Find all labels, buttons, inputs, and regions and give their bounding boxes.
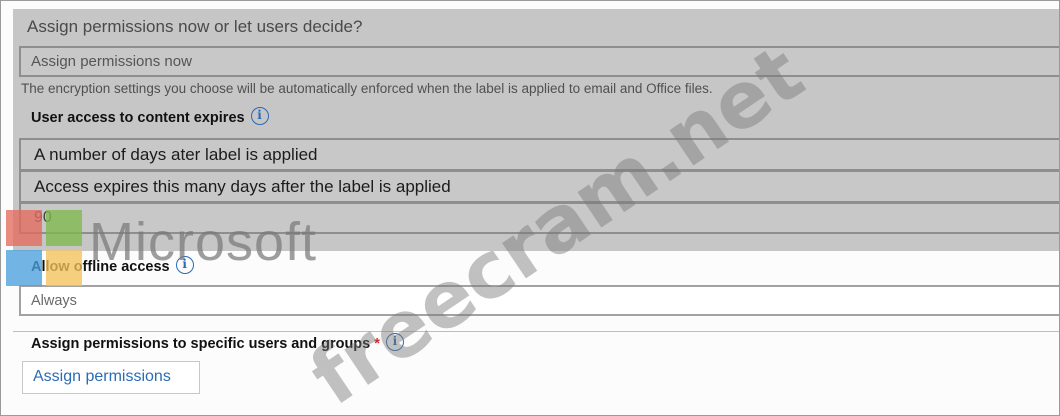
encryption-note: The encryption settings you choose will …: [21, 81, 713, 96]
expiry-type-select[interactable]: A number of days ater label is applied: [19, 138, 1059, 171]
logo-square-red: [6, 210, 42, 246]
logo-square-blue: [6, 250, 42, 286]
logo-square-yellow: [46, 250, 82, 286]
logo-square-green: [46, 210, 82, 246]
info-icon[interactable]: i: [250, 107, 269, 125]
assign-permissions-select[interactable]: Assign permissions now: [19, 46, 1059, 77]
section-divider: [13, 331, 1059, 332]
microsoft-logo-icon: [6, 210, 86, 288]
assign-permissions-question: Assign permissions now or let users deci…: [27, 17, 363, 36]
assign-permissions-button[interactable]: Assign permissions: [22, 361, 200, 394]
encryption-settings-panel: Assign permissions now or let users deci…: [0, 0, 1060, 416]
microsoft-logo-wordmark: Microsoft: [89, 212, 318, 272]
expires-label-text: User access to content expires: [31, 109, 245, 126]
expires-label: User access to content expires i: [31, 107, 269, 127]
